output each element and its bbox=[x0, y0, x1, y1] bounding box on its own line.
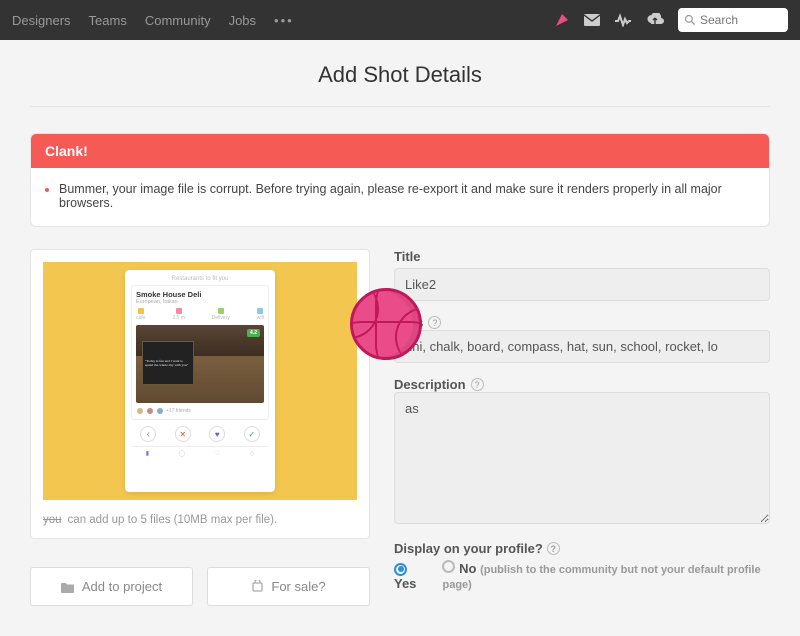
divider bbox=[30, 106, 770, 107]
search-box[interactable] bbox=[678, 8, 788, 32]
shot-preview[interactable]: Restaurants to fit you Smoke House Deli … bbox=[30, 249, 370, 539]
mock-header: Restaurants to fit you bbox=[131, 276, 269, 282]
description-input[interactable] bbox=[394, 392, 770, 524]
nav-designers[interactable]: Designers bbox=[12, 13, 71, 28]
alert-message: Bummer, your image file is corrupt. Befo… bbox=[59, 182, 751, 210]
for-sale-button[interactable]: For sale? bbox=[207, 567, 370, 606]
activity-icon[interactable] bbox=[614, 13, 632, 27]
preview-image: Restaurants to fit you Smoke House Deli … bbox=[43, 262, 357, 500]
folder-icon bbox=[61, 581, 75, 593]
rating-badge: 4.2 bbox=[247, 329, 260, 337]
mock-card-title: Smoke House Deli bbox=[136, 290, 264, 299]
mock-card-sub: European, Italian bbox=[136, 299, 264, 305]
help-icon[interactable]: ? bbox=[428, 316, 441, 329]
mail-icon[interactable] bbox=[584, 13, 600, 27]
search-icon bbox=[684, 14, 696, 26]
brand-icon[interactable] bbox=[554, 12, 570, 28]
tags-input[interactable] bbox=[394, 330, 770, 363]
cart-icon bbox=[251, 580, 264, 593]
help-icon[interactable]: ? bbox=[547, 542, 560, 555]
profile-display-label: Display on your profile? bbox=[394, 541, 543, 556]
nav-teams[interactable]: Teams bbox=[89, 13, 127, 28]
nav-jobs[interactable]: Jobs bbox=[229, 13, 256, 28]
title-input[interactable] bbox=[394, 268, 770, 301]
top-nav: Designers Teams Community Jobs ••• bbox=[0, 0, 800, 40]
error-alert: Clank! Bummer, your image file is corrup… bbox=[30, 133, 770, 227]
add-to-project-button[interactable]: Add to project bbox=[30, 567, 193, 606]
chalkboard: "Today is fun and I want to spend the wh… bbox=[142, 341, 194, 385]
display-no-radio[interactable]: No (publish to the community but not you… bbox=[442, 560, 770, 591]
page-title: Add Shot Details bbox=[30, 40, 770, 106]
nav-community[interactable]: Community bbox=[145, 13, 211, 28]
description-label: Description bbox=[394, 377, 466, 392]
search-input[interactable] bbox=[700, 13, 782, 27]
upload-icon[interactable] bbox=[646, 13, 664, 27]
display-yes-radio[interactable]: Yes bbox=[394, 560, 430, 591]
help-icon[interactable]: ? bbox=[471, 378, 484, 391]
title-label: Title bbox=[394, 249, 770, 264]
dribbble-ball-icon bbox=[350, 288, 422, 360]
alert-heading: Clank! bbox=[31, 134, 769, 168]
upload-note: you can add up to 5 files (10MB max per … bbox=[43, 514, 357, 526]
nav-more[interactable]: ••• bbox=[274, 13, 294, 28]
